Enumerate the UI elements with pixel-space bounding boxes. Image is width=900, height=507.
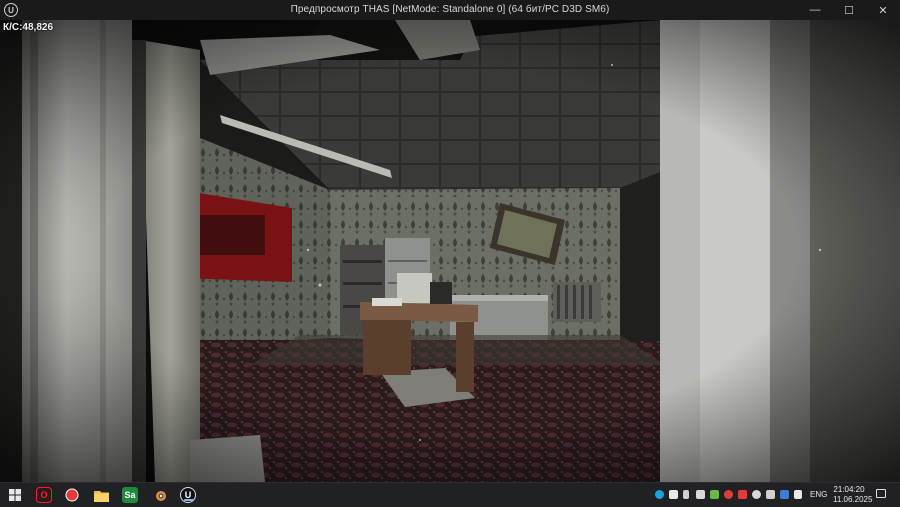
title-bar: U Предпросмотр THAS [NetMode: Standalone… — [0, 0, 900, 20]
window-controls: — ☐ ✕ — [798, 0, 900, 20]
scene-render — [0, 20, 900, 482]
tray-app-icon[interactable] — [780, 490, 789, 499]
close-button[interactable]: ✕ — [866, 0, 900, 20]
folder-icon[interactable] — [93, 487, 109, 503]
tray-app-icon[interactable] — [683, 490, 689, 499]
active-indicator — [184, 499, 194, 501]
volume-icon[interactable] — [794, 490, 802, 499]
windows-start-icon[interactable] — [7, 487, 23, 503]
language-indicator[interactable]: ENG — [810, 490, 827, 499]
clock[interactable]: 21:04:20 11.06.2025 — [833, 485, 873, 505]
fps-counter: К/С:48,826 — [3, 22, 54, 33]
window-title: Предпросмотр THAS [NetMode: Standalone 0… — [290, 4, 610, 15]
tray-app-icon[interactable] — [669, 490, 678, 499]
tray-app-icon[interactable] — [696, 490, 705, 499]
tray-app-icon[interactable] — [655, 490, 664, 499]
tray-app-icon[interactable] — [752, 490, 761, 499]
clock-date: 11.06.2025 — [833, 495, 873, 504]
blender-icon[interactable] — [152, 487, 168, 503]
game-viewport[interactable]: К/С:48,826 — [0, 20, 900, 482]
notification-icon[interactable] — [876, 489, 886, 498]
tray-app-icon[interactable] — [738, 490, 747, 499]
sa-app-icon[interactable]: Sa — [122, 487, 138, 503]
minimize-button[interactable]: — — [798, 0, 832, 20]
taskbar: O Sa U ENG 21:04:20 11.06.2025 — [0, 482, 900, 507]
opera-icon[interactable]: O — [36, 487, 52, 503]
record-icon[interactable] — [64, 487, 80, 503]
unreal-engine-icon[interactable]: U — [180, 487, 196, 503]
tray-app-icon[interactable] — [724, 490, 733, 499]
tray-app-icon[interactable] — [710, 490, 719, 499]
clock-time: 21:04:20 — [833, 485, 865, 494]
maximize-button[interactable]: ☐ — [832, 0, 866, 20]
tray-app-icon[interactable] — [766, 490, 775, 499]
